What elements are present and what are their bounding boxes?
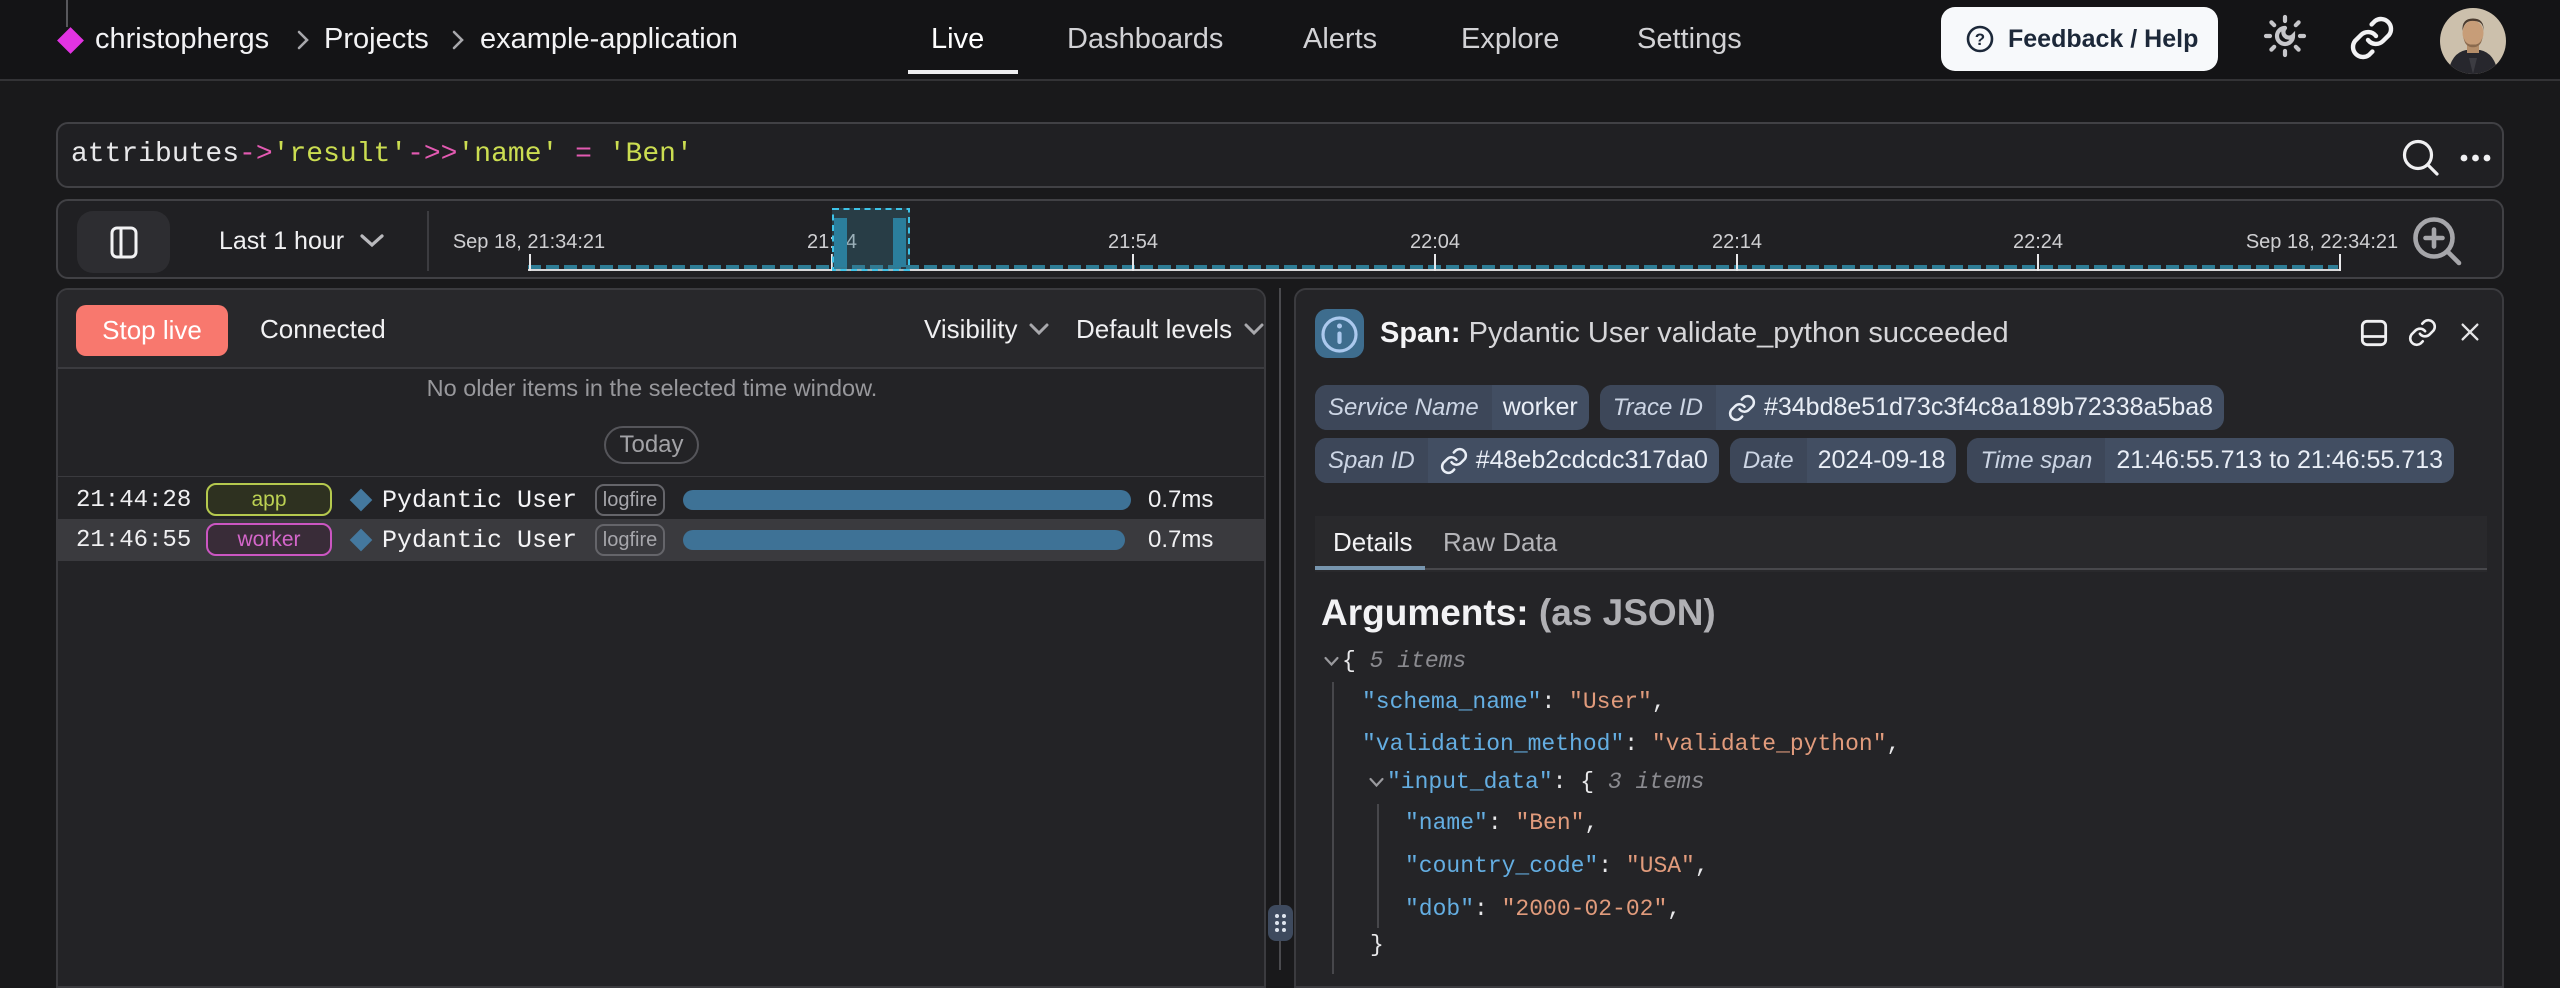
svg-text:?: ? <box>1975 30 1985 49</box>
